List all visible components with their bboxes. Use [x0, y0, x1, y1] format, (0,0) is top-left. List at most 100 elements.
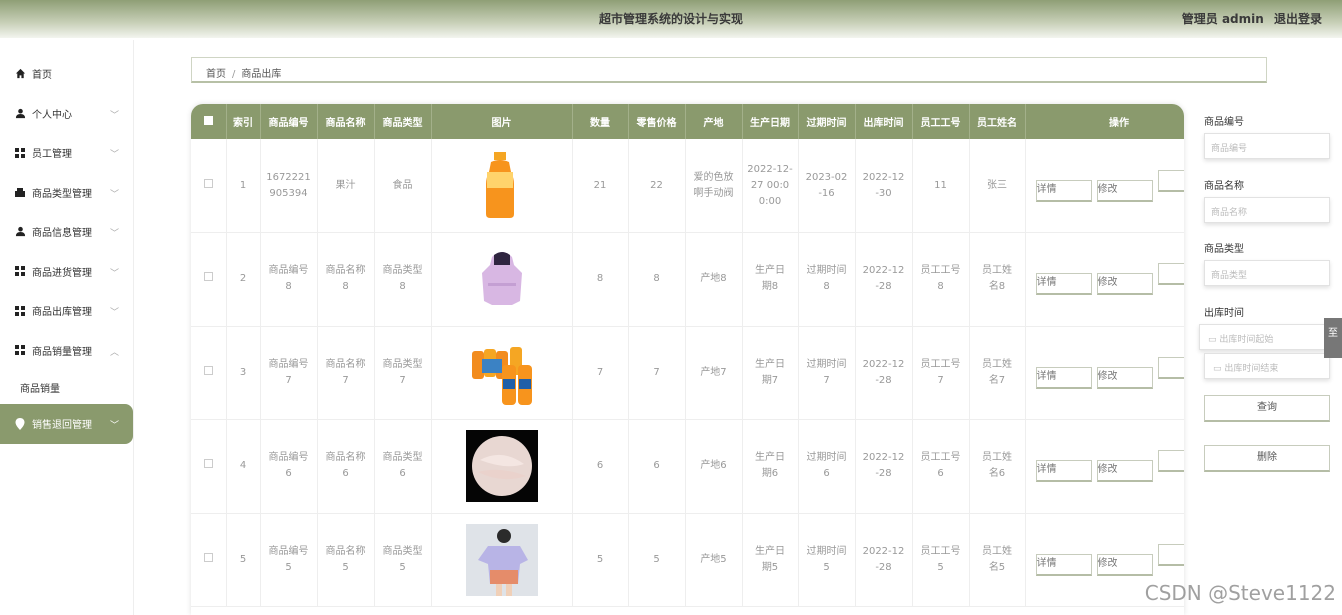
- chevron-down-icon: ﹀: [109, 189, 119, 200]
- cell-expire: 过期时间7: [798, 326, 856, 420]
- sidebar-subitem-sales-volume[interactable]: 商品销量: [0, 370, 133, 404]
- grid-icon: [14, 147, 26, 159]
- cell-mfg-date: 2022-12-27 00:00:00: [742, 139, 799, 233]
- cell-emp-name: 员工姓名5: [969, 513, 1026, 607]
- edit-button[interactable]: 修改: [1096, 460, 1153, 483]
- delete-row-button[interactable]: [1157, 543, 1184, 566]
- product-image: [485, 151, 514, 218]
- delete-row-button[interactable]: [1157, 263, 1184, 286]
- sidebar-item-label: 员工管理: [32, 149, 72, 161]
- side-tab[interactable]: 至: [1324, 318, 1342, 358]
- row-checkbox[interactable]: [191, 513, 227, 607]
- query-button[interactable]: 查询: [1204, 395, 1330, 422]
- table-row: 3 商品编号7 商品名称7 商品类型7 7 7 产地7 生产日期7 过期时间7 …: [191, 326, 1184, 420]
- cell-emp-name: 员工姓名7: [969, 326, 1026, 420]
- edit-button[interactable]: 修改: [1096, 553, 1153, 576]
- chevron-up-icon: ︿: [109, 347, 119, 358]
- name-label: 商品名称: [1204, 181, 1244, 192]
- edit-button[interactable]: 修改: [1096, 273, 1153, 296]
- sidebar-item-label: 商品销量管理: [32, 346, 92, 358]
- tag-icon: [14, 186, 26, 198]
- cell-code: 1672221905394: [260, 139, 318, 233]
- delete-row-button[interactable]: [1157, 450, 1184, 473]
- table-row: 5 商品编号5 商品名称5 商品类型5 5 5 产地5 生产日期5 过期时间5 …: [191, 513, 1184, 607]
- code-input[interactable]: 商品编号: [1204, 133, 1330, 159]
- sidebar-item-goods-info[interactable]: 商品信息管理 ﹀: [0, 212, 133, 252]
- sidebar-item-label: 商品出库管理: [32, 307, 92, 319]
- cell-picture: [431, 139, 573, 233]
- row-checkbox[interactable]: [191, 232, 227, 327]
- edit-button[interactable]: 修改: [1096, 179, 1153, 202]
- logout-link[interactable]: 退出登录: [1274, 12, 1322, 26]
- home-icon: [14, 68, 26, 80]
- breadcrumb-current: 商品出库: [241, 69, 282, 80]
- column-header: 员工工号: [912, 104, 970, 139]
- column-header: 出库时间: [855, 104, 913, 139]
- breadcrumb-home[interactable]: 首页: [206, 69, 226, 80]
- sidebar-item-purchase[interactable]: 商品进货管理 ﹀: [0, 252, 133, 292]
- calendar-icon: ▭: [1208, 335, 1220, 345]
- detail-button[interactable]: 详情: [1035, 553, 1092, 576]
- cell-qty: 6: [572, 419, 629, 514]
- edit-button[interactable]: 修改: [1096, 366, 1153, 389]
- row-checkbox[interactable]: [191, 326, 227, 420]
- cell-name: 果汁: [317, 139, 375, 233]
- product-image: [471, 346, 532, 405]
- column-header: 图片: [431, 104, 573, 139]
- cell-out-date: 2022-12-28: [855, 513, 913, 607]
- cell-code: 商品编号8: [260, 232, 318, 327]
- table-header-row: 索引 商品编号 商品名称 商品类型 图片 数量 零售价格 产地 生产日期 过期时…: [191, 104, 1184, 139]
- delete-row-button[interactable]: [1157, 356, 1184, 379]
- delete-row-button[interactable]: [1157, 169, 1184, 192]
- cell-emp-no: 员工工号7: [912, 326, 970, 420]
- detail-button[interactable]: 详情: [1035, 273, 1092, 296]
- time-start-input[interactable]: ▭ 出库时间起始: [1199, 324, 1325, 350]
- cell-origin: 产地7: [685, 326, 743, 420]
- cell-qty: 21: [572, 139, 629, 233]
- cell-index: 4: [226, 419, 261, 514]
- cell-name: 商品名称8: [317, 232, 375, 327]
- cell-type: 商品类型6: [374, 419, 432, 514]
- row-checkbox[interactable]: [191, 419, 227, 514]
- app-title: 超市管理系统的设计与实现: [598, 12, 743, 26]
- sidebar-item-home[interactable]: 首页: [0, 54, 133, 94]
- product-image: [481, 252, 522, 306]
- row-checkbox[interactable]: [191, 139, 227, 233]
- select-all-checkbox[interactable]: [191, 104, 227, 139]
- cell-type: 食品: [374, 139, 432, 233]
- name-input[interactable]: 商品名称: [1204, 197, 1330, 223]
- cell-type: 商品类型7: [374, 326, 432, 420]
- sidebar-item-label: 商品类型管理: [32, 188, 92, 200]
- cell-name: 商品名称5: [317, 513, 375, 607]
- time-end-input[interactable]: ▭ 出库时间结束: [1204, 353, 1330, 379]
- sidebar-item-sales[interactable]: 商品销量管理 ︿: [0, 331, 133, 371]
- cell-index: 2: [226, 232, 261, 327]
- detail-button[interactable]: 详情: [1035, 179, 1092, 202]
- sidebar-item-sales-return[interactable]: 销售退回管理 ﹀: [0, 404, 133, 444]
- cell-emp-no: 员工工号6: [912, 419, 970, 514]
- code-label: 商品编号: [1204, 117, 1244, 128]
- column-header: 商品类型: [374, 104, 432, 139]
- delete-button[interactable]: 删除: [1204, 445, 1330, 472]
- chevron-down-icon: ﹀: [109, 229, 119, 239]
- sidebar-item-personal[interactable]: 个人中心 ﹀: [0, 94, 133, 134]
- cell-picture: [431, 513, 573, 607]
- cell-code: 商品编号5: [260, 513, 318, 607]
- cell-origin: 产地6: [685, 419, 743, 514]
- detail-button[interactable]: 详情: [1035, 460, 1092, 483]
- type-input[interactable]: 商品类型: [1204, 260, 1330, 286]
- product-image: [465, 523, 538, 596]
- top-bar: 超市管理系统的设计与实现 管理员 admin 退出登录: [0, 0, 1342, 38]
- column-header: 商品编号: [260, 104, 318, 139]
- sidebar-item-staff[interactable]: 员工管理 ﹀: [0, 133, 133, 173]
- sidebar-item-category[interactable]: 商品类型管理 ﹀: [0, 173, 133, 213]
- sidebar-item-label: 个人中心: [32, 109, 72, 121]
- watermark: CSDN @Steve1122: [1144, 581, 1336, 605]
- sidebar-item-label: 销售退回管理: [32, 420, 92, 432]
- cell-out-date: 2022-12-28: [855, 232, 913, 327]
- cell-expire: 2023-02-16: [798, 139, 856, 233]
- sidebar-item-outbound[interactable]: 商品出库管理 ﹀: [0, 291, 133, 331]
- cell-emp-name: 员工姓名6: [969, 419, 1026, 514]
- detail-button[interactable]: 详情: [1035, 366, 1092, 389]
- cell-code: 商品编号7: [260, 326, 318, 420]
